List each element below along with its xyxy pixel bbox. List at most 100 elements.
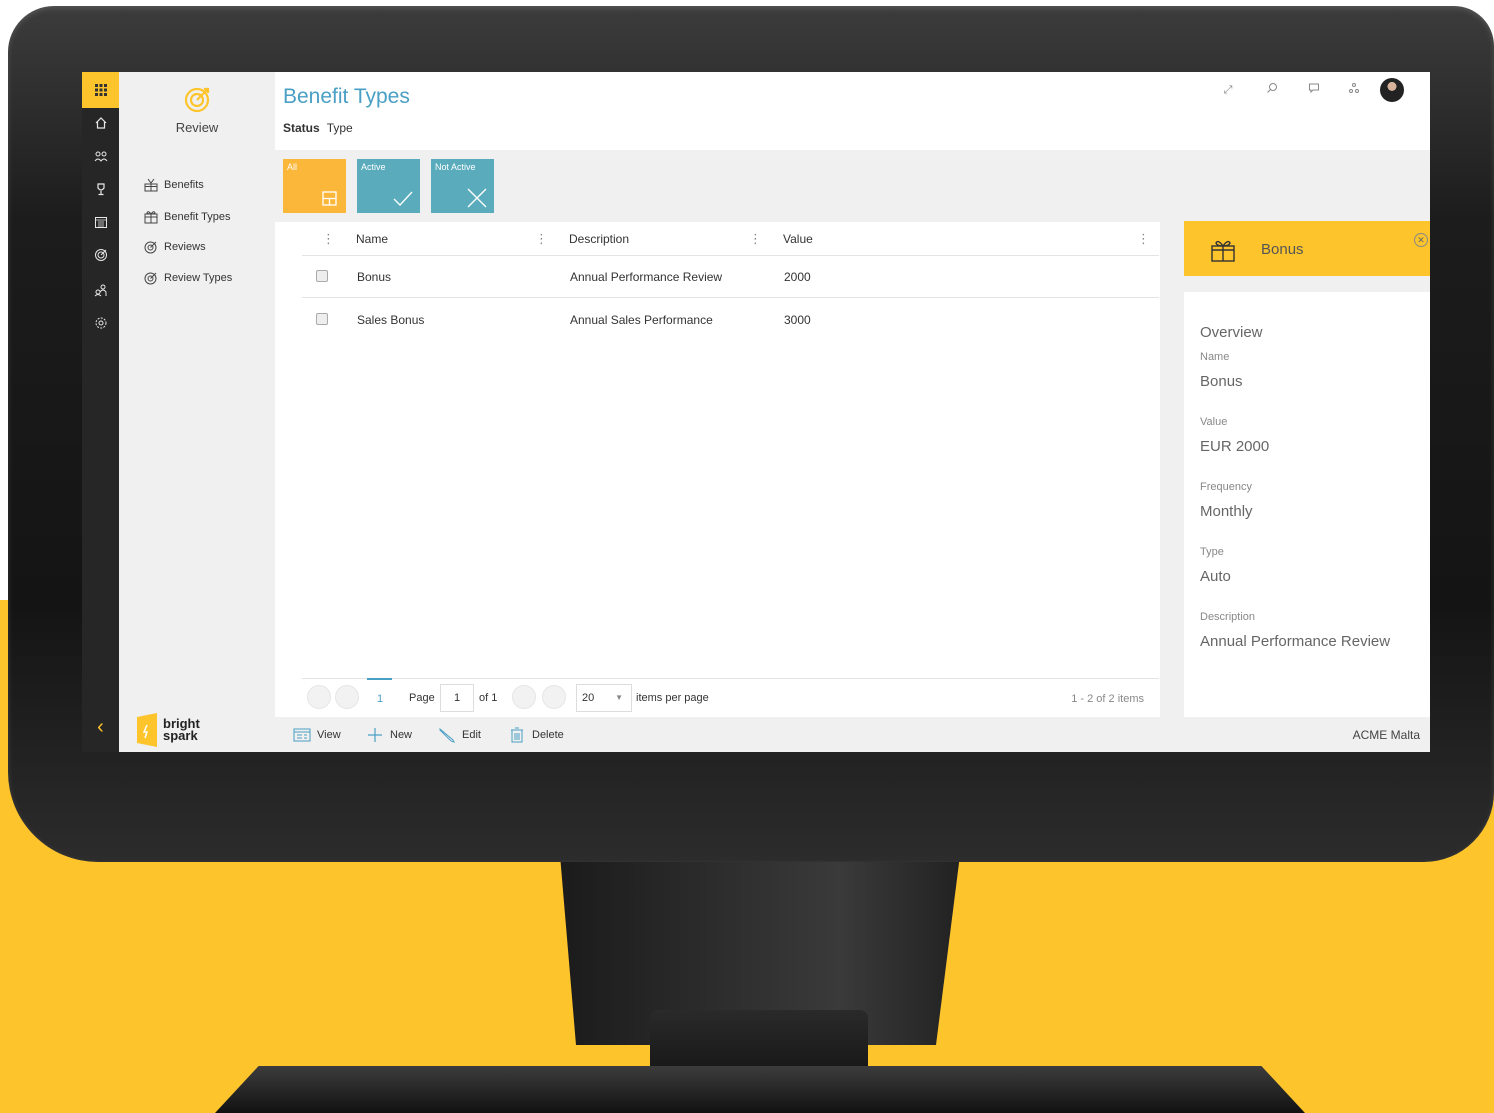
tab-type[interactable]: Type (327, 121, 353, 135)
cell-description: Annual Performance Review (570, 270, 723, 284)
page-size-value: 20 (582, 692, 595, 704)
trophy-icon[interactable] (82, 181, 119, 203)
nav-item-label: Benefits (164, 179, 204, 191)
delete-label: Delete (532, 729, 564, 741)
user-avatar[interactable] (1380, 78, 1404, 102)
view-icon (293, 728, 311, 742)
tile-label: Active (361, 162, 386, 172)
app-screen: ‹ Review Benefits Benefit Types Reviews … (82, 72, 1430, 752)
pivot-tabs: Status Type (283, 121, 360, 135)
column-header-description[interactable]: Description (569, 229, 629, 255)
field-label-value: Value (1200, 416, 1228, 428)
calendar-icon[interactable] (82, 214, 119, 236)
field-label-type: Type (1200, 546, 1224, 558)
close-icon[interactable]: ✕ (1414, 233, 1428, 247)
row-checkbox[interactable] (316, 270, 328, 282)
filter-tile-active[interactable]: Active (357, 159, 420, 213)
review-app-icon (183, 84, 213, 114)
new-label: New (390, 729, 413, 741)
filter-tile-not-active[interactable]: Not Active (431, 159, 494, 213)
new-button[interactable]: New (366, 727, 412, 743)
panel-gutter (1160, 222, 1184, 717)
current-page-number[interactable]: 1 (377, 693, 383, 705)
bright-spark-logo: bright spark (135, 712, 245, 748)
panel-divider (1184, 276, 1430, 292)
expand-icon[interactable]: ⤢ (1220, 82, 1236, 98)
cell-value: 2000 (784, 270, 811, 284)
column-menu-icon[interactable]: ⋮ (1137, 229, 1150, 249)
field-value-frequency: Monthly (1200, 503, 1253, 520)
cell-name: Sales Bonus (357, 313, 425, 327)
org-chart-icon[interactable] (1346, 82, 1362, 98)
collapse-nav-icon[interactable]: ‹ (82, 712, 119, 742)
target-icon (143, 239, 159, 255)
nav-item-label: Review Types (164, 272, 233, 284)
page-input[interactable]: 1 (440, 684, 474, 712)
prev-page-button[interactable] (335, 685, 359, 709)
field-value-name: Bonus (1200, 373, 1243, 390)
settings-icon[interactable] (82, 315, 119, 337)
current-page-indicator (367, 678, 392, 680)
overview-heading: Overview (1200, 324, 1263, 341)
detail-panel-header: Bonus ✕ (1184, 221, 1430, 276)
header-divider (302, 255, 1159, 256)
check-icon (393, 191, 413, 206)
row-checkbox[interactable] (316, 313, 328, 325)
grid-icon (322, 191, 337, 206)
column-menu-icon[interactable]: ⋮ (322, 229, 335, 249)
target-icon (143, 270, 159, 286)
tile-label: All (287, 162, 298, 172)
nav-item-benefits[interactable]: Benefits (143, 176, 204, 194)
people-icon[interactable] (82, 148, 119, 170)
brand-line-2: spark (163, 728, 198, 743)
org-icon[interactable] (82, 282, 119, 304)
edit-button[interactable]: Edit (438, 727, 481, 743)
home-icon[interactable] (82, 115, 119, 137)
column-header-value[interactable]: Value (783, 229, 813, 255)
column-menu-icon[interactable]: ⋮ (535, 229, 548, 249)
next-page-button[interactable] (512, 685, 536, 709)
nav-item-reviews[interactable]: Reviews (143, 238, 206, 256)
first-page-button[interactable] (307, 685, 331, 709)
bright-spark-mark (137, 713, 157, 747)
gift-icon (143, 209, 159, 225)
page-label: Page (409, 692, 435, 704)
filter-tile-all[interactable]: All (283, 159, 346, 213)
tab-status[interactable]: Status (283, 121, 320, 135)
cell-value: 3000 (784, 313, 811, 327)
nav-item-benefit-types[interactable]: Benefit Types (143, 208, 230, 226)
tenant-name: ACME Malta (1352, 728, 1420, 742)
field-value-value: EUR 2000 (1200, 438, 1270, 455)
field-value-type: Auto (1200, 568, 1231, 585)
field-label-name: Name (1200, 351, 1230, 363)
last-page-button[interactable] (542, 685, 566, 709)
row-divider (302, 297, 1159, 298)
trash-icon (511, 727, 523, 743)
page-size-select[interactable]: 20 ▼ (576, 684, 632, 712)
pager: 1 Page 1 of 1 20 ▼ items per page 1 - 2 … (302, 678, 1159, 712)
chevron-down-icon: ▼ (615, 693, 623, 702)
per-page-label: items per page (636, 692, 709, 704)
cell-name: Bonus (357, 270, 392, 284)
app-name: Review (175, 120, 219, 135)
app-launcher-icon[interactable] (82, 72, 119, 108)
field-label-frequency: Frequency (1200, 481, 1252, 493)
nav-item-label: Reviews (164, 241, 206, 253)
cross-icon (467, 188, 487, 208)
pencil-icon (439, 727, 455, 743)
edit-label: Edit (462, 729, 481, 741)
detail-panel-title: Bonus (1261, 241, 1304, 258)
nav-item-label: Benefit Types (164, 211, 231, 223)
view-button[interactable]: View (293, 727, 341, 743)
nav-item-review-types[interactable]: Review Types (143, 269, 232, 287)
column-menu-icon[interactable]: ⋮ (749, 229, 762, 249)
column-header-name[interactable]: Name (356, 229, 388, 255)
chat-icon[interactable] (1306, 82, 1322, 98)
delete-button[interactable]: Delete (508, 727, 564, 743)
benefits-icon (143, 177, 159, 193)
left-nav: Review Benefits Benefit Types Reviews Re… (119, 72, 275, 752)
search-icon[interactable] (1264, 82, 1280, 98)
target-icon[interactable] (82, 247, 119, 269)
app-rail: ‹ (82, 72, 119, 752)
page-of-label: of 1 (479, 692, 498, 704)
